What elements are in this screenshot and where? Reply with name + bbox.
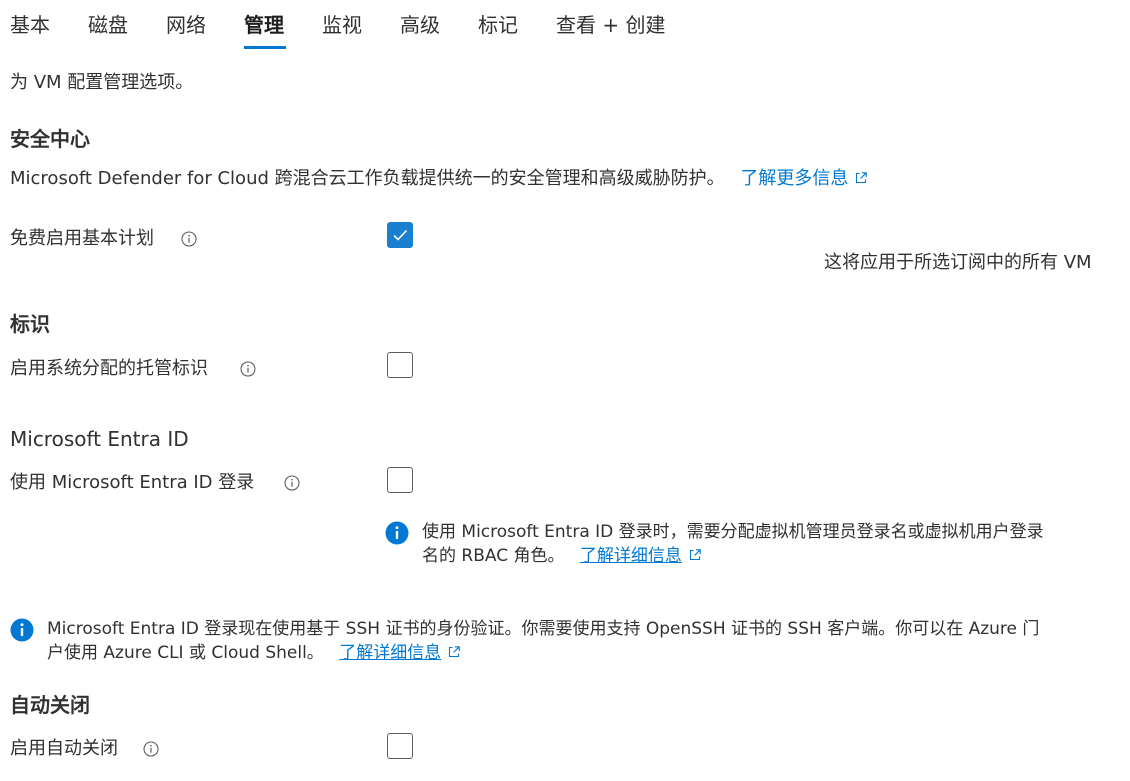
tab-basics[interactable]: 基本 [10,12,50,38]
info-icon[interactable] [284,475,300,491]
info-filled-icon [385,521,409,545]
external-link-icon [689,549,701,561]
tab-networking[interactable]: 网络 [166,12,206,38]
tab-disks[interactable]: 磁盘 [88,12,128,38]
info-filled-icon [10,618,34,642]
identity-heading: 标识 [10,312,50,336]
entra-info-line2-row: 名的 RBAC 角色。 了解详细信息 [422,544,1102,568]
security-heading: 安全中心 [10,127,90,151]
info-icon[interactable] [240,361,256,377]
entra-info-line2: 名的 RBAC 角色。 [422,546,565,566]
entra-info-line1: 使用 Microsoft Entra ID 登录时，需要分配虚拟机管理员登录名或… [422,522,1044,542]
info-icon[interactable] [181,231,197,247]
entra-ssh-line1: Microsoft Entra ID 登录现在使用基于 SSH 证书的身份验证。… [47,619,1040,639]
security-description: Microsoft Defender for Cloud 跨混合云工作负载提供统… [10,168,725,189]
entra-info-learn-more-link[interactable]: 了解详细信息 [580,546,682,566]
tab-management[interactable]: 管理 [244,12,284,38]
security-description-row: Microsoft Defender for Cloud 跨混合云工作负载提供统… [10,167,868,191]
entra-ssh-learn-more-label: 了解详细信息 [339,643,442,663]
external-link-icon [449,646,460,658]
entra-ssh-learn-more-link[interactable]: 了解详细信息 [339,643,441,663]
entra-info-learn-more-label: 了解详细信息 [579,546,682,566]
info-icon[interactable] [143,741,159,757]
entra-login-label: 使用 Microsoft Entra ID 登录 [10,472,255,493]
basic-plan-note: 这将应用于所选订阅中的所有 VM [824,252,1092,273]
entra-ssh-message: Microsoft Entra ID 登录现在使用基于 SSH 证书的身份验证。… [47,617,1122,665]
entra-ssh-line2: 户使用 Azure CLI 或 Cloud Shell。 [47,643,324,663]
external-link-icon [856,172,868,184]
autoshutdown-checkbox[interactable] [387,733,413,759]
checkmark-icon [393,229,408,241]
tab-monitoring[interactable]: 监视 [322,12,362,38]
entra-login-checkbox[interactable] [387,467,413,493]
basic-plan-label: 免费启用基本计划 [10,228,154,249]
tab-tags[interactable]: 标记 [478,12,518,38]
system-identity-label: 启用系统分配的托管标识 [10,358,208,379]
tab-advanced[interactable]: 高级 [400,12,440,38]
security-learn-more-label: 了解更多信息 [740,168,849,189]
entra-ssh-line2-row: 户使用 Azure CLI 或 Cloud Shell。 了解详细信息 [47,641,1122,665]
tab-review-create[interactable]: 查看 + 创建 [556,12,665,38]
intro-text: 为 VM 配置管理选项。 [10,72,194,93]
entra-info-message: 使用 Microsoft Entra ID 登录时，需要分配虚拟机管理员登录名或… [422,520,1102,568]
basic-plan-checkbox[interactable] [387,222,413,248]
autoshutdown-heading: 自动关闭 [10,693,90,717]
security-learn-more-link[interactable]: 了解更多信息 [740,168,868,189]
entra-heading: Microsoft Entra ID [10,427,189,451]
system-identity-checkbox[interactable] [387,352,413,378]
active-tab-indicator [244,46,286,49]
tab-bar: 基本 磁盘 网络 管理 监视 高级 标记 查看 + 创建 [0,0,1130,52]
autoshutdown-label: 启用自动关闭 [10,738,118,759]
